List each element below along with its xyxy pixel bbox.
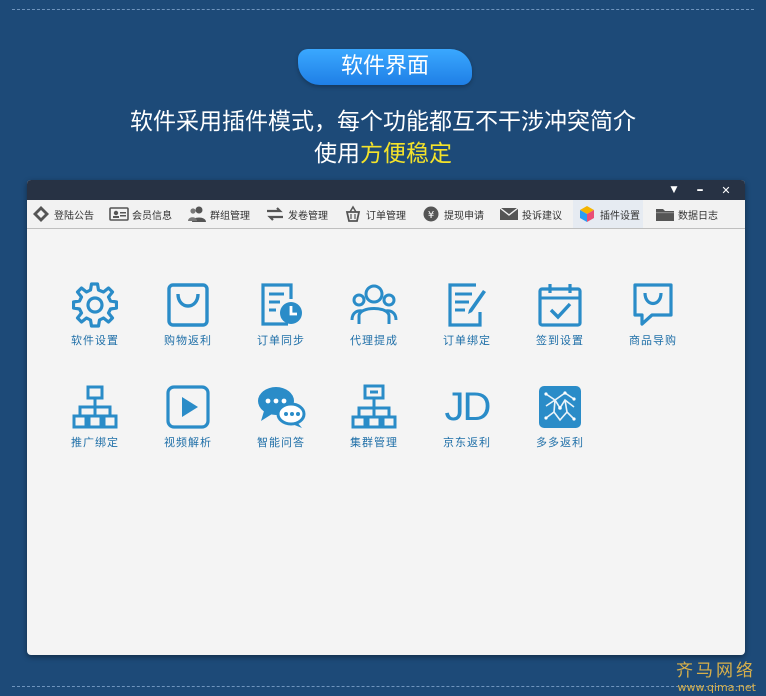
toolbar-plugin-settings[interactable]: 插件设置 [573,200,643,228]
toolbar-label: 发卷管理 [288,210,328,222]
toolbar-login-notice[interactable]: 登陆公告 [27,200,97,228]
toolbar-label: 投诉建议 [522,210,562,222]
toolbar-member-info[interactable]: 会员信息 [105,200,175,228]
menu-dropdown-button[interactable]: ▼ [661,180,687,200]
order-clock-icon [254,278,308,332]
chat-bubbles-icon [254,380,308,434]
withdraw-coin-icon: ¥ [420,205,442,223]
plugin-agent-commission[interactable]: 代理提成 [328,278,420,358]
bottom-dashed-border [12,686,754,687]
plugin-product-guide[interactable]: 商品导购 [607,278,699,358]
toolbar-label: 群组管理 [210,210,250,222]
plugin-duoduo-rebate[interactable]: 多多返利 [514,380,606,460]
toolbar-withdraw[interactable]: ¥ 提现申请 [417,200,487,228]
plugin-label: 集群管理 [350,436,398,449]
plugin-cube-icon [576,205,598,223]
login-notice-icon [30,205,52,223]
plugin-label: 购物返利 [164,334,212,347]
jd-logo-icon: JD [440,380,494,434]
plugin-label: 推广绑定 [71,436,119,449]
plugin-area: 软件设置 购物返利 订单同步 代理提成 订单绑定 签到设置 商品导购 推广绑定 … [27,228,745,655]
mail-icon [498,205,520,223]
plugin-cluster-manage[interactable]: 集群管理 [328,380,420,460]
product-guide-icon [626,278,680,332]
toolbar-order-manage[interactable]: 订单管理 [339,200,409,228]
toolbar-complaint[interactable]: 投诉建议 [495,200,565,228]
plugin-video-parse[interactable]: 视频解析 [142,380,234,460]
minimize-button[interactable]: – [687,180,713,200]
headline-prefix: 使用 [314,141,360,167]
plugin-label: 订单绑定 [443,334,491,347]
toolbar-label: 插件设置 [600,210,640,222]
plugin-order-binding[interactable]: 订单绑定 [421,278,513,358]
plugin-label: 签到设置 [536,334,584,347]
plugin-label: 软件设置 [71,334,119,347]
toolbar-coupon-manage[interactable]: 发卷管理 [261,200,331,228]
headline-line-2: 使用方便稳定 [0,134,766,168]
plugin-jd-rebate[interactable]: JD 京东返利 [421,380,513,460]
toolbar: 登陆公告 会员信息 群组管理 发卷管理 订单管理 ¥ 提现申请 投诉建议 插件设… [27,200,745,229]
plugin-checkin-settings[interactable]: 签到设置 [514,278,606,358]
shopping-bag-icon [161,278,215,332]
watermark-url: www.qima.net [677,681,756,694]
plugin-label: 视频解析 [164,436,212,449]
svg-text:¥: ¥ [428,210,434,221]
plugin-label: 京东返利 [443,436,491,449]
title-bar: ▼ – ✕ [27,180,745,200]
folder-log-icon [654,205,676,223]
toolbar-data-log[interactable]: 数据日志 [651,200,721,228]
plugin-smart-qa[interactable]: 智能问答 [235,380,327,460]
top-dashed-border [12,9,754,10]
headline-line-1: 软件采用插件模式，每个功能都互不干涉冲突简介 [130,109,636,135]
toolbar-label: 登陆公告 [54,210,94,222]
video-play-icon [161,380,215,434]
group-users-icon [186,205,208,223]
toolbar-group-manage[interactable]: 群组管理 [183,200,253,228]
order-edit-icon [440,278,494,332]
plugin-label: 智能问答 [257,436,305,449]
section-badge: 软件界面 [298,49,472,85]
plugin-promotion-binding[interactable]: 推广绑定 [49,380,141,460]
headline-highlight: 方便稳定 [360,141,452,167]
toolbar-label: 数据日志 [678,210,718,222]
plugin-shopping-rebate[interactable]: 购物返利 [142,278,234,358]
toolbar-label: 会员信息 [132,210,172,222]
plugin-software-settings[interactable]: 软件设置 [49,278,141,358]
hierarchy-icon [68,380,122,434]
plugin-order-sync[interactable]: 订单同步 [235,278,327,358]
gear-icon [68,278,122,332]
toolbar-label: 提现申请 [444,210,484,222]
calendar-check-icon [533,278,587,332]
duoduo-qr-icon [533,380,587,434]
watermark: 齐马网络 www.qima.net [676,656,756,694]
watermark-name: 齐马网络 [676,661,756,681]
coupon-exchange-icon [264,205,286,223]
toolbar-label: 订单管理 [366,210,406,222]
app-window: ▼ – ✕ 登陆公告 会员信息 群组管理 发卷管理 订单管理 ¥ 提现申请 投诉… [27,180,745,655]
jd-logo-text: JD [444,385,492,429]
plugin-label: 代理提成 [350,334,398,347]
cluster-network-icon [347,380,401,434]
plugin-label: 商品导购 [629,334,677,347]
member-card-icon [108,205,130,223]
plugin-label: 订单同步 [257,334,305,347]
close-button[interactable]: ✕ [713,180,739,200]
agent-users-icon [347,278,401,332]
basket-icon [342,205,364,223]
plugin-label: 多多返利 [536,436,584,449]
